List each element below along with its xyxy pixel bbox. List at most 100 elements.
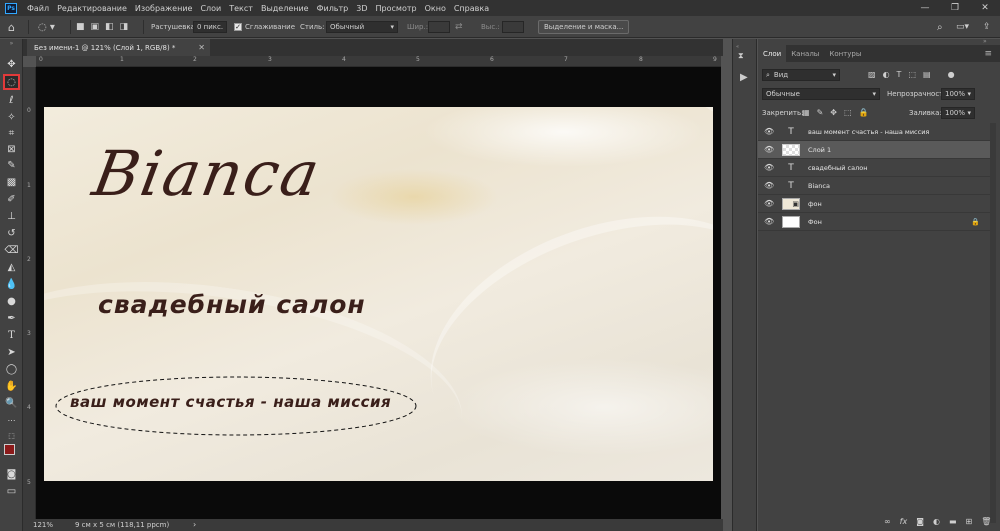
document-size[interactable]: 9 см x 5 см (118,11 ppcm) bbox=[75, 521, 169, 529]
screen-mode-icon[interactable]: ▭ bbox=[3, 483, 20, 499]
new-layer-icon[interactable]: ⊞ bbox=[966, 517, 973, 526]
layer-row[interactable]: 👁 T Bianca bbox=[758, 177, 990, 195]
fill-input[interactable]: 100% ▾ bbox=[941, 107, 975, 119]
intersect-selection-icon[interactable]: ◨ bbox=[120, 22, 129, 32]
collapse-icon[interactable]: » bbox=[3, 39, 20, 47]
menu-layers[interactable]: Слои bbox=[196, 4, 225, 13]
lasso-tool-icon[interactable]: ℓ bbox=[3, 92, 20, 108]
move-tool-icon[interactable]: ✥ bbox=[3, 56, 20, 72]
eye-icon[interactable]: 👁 bbox=[764, 217, 774, 226]
zoom-tool-icon[interactable]: 🔍 bbox=[3, 395, 20, 411]
close-icon[interactable]: ✕ bbox=[970, 0, 1000, 16]
link-layers-icon[interactable]: ∞ bbox=[884, 517, 891, 526]
panel-menu-icon[interactable]: ≡ bbox=[984, 45, 992, 62]
restore-icon[interactable]: ❐ bbox=[940, 0, 970, 16]
lock-transparency-icon[interactable]: ▦ bbox=[802, 108, 810, 117]
feather-input[interactable]: 0 пикс. bbox=[193, 21, 227, 33]
collapse-icon[interactable]: « bbox=[736, 44, 739, 50]
paint-bucket-tool-icon[interactable]: ◭ bbox=[3, 259, 20, 275]
subtract-selection-icon[interactable]: ◧ bbox=[105, 22, 114, 32]
add-mask-icon[interactable]: ◙ bbox=[916, 517, 924, 526]
height-input[interactable] bbox=[502, 21, 524, 33]
default-colors-icon[interactable]: ⬚ bbox=[3, 428, 20, 444]
menu-file[interactable]: Файл bbox=[23, 4, 53, 13]
blend-mode-select[interactable]: Обычные ▾ bbox=[762, 88, 880, 100]
eye-icon[interactable]: 👁 bbox=[764, 199, 774, 208]
layer-filter-select[interactable]: ⌕ Вид ▾ bbox=[762, 69, 840, 81]
lock-position-icon[interactable]: ✥ bbox=[830, 108, 837, 117]
pen-tool-icon[interactable]: ✒ bbox=[3, 310, 20, 326]
style-select[interactable]: Обычный ▾ bbox=[326, 21, 398, 33]
brush-tool-icon[interactable]: ✐ bbox=[3, 191, 20, 207]
clone-stamp-tool-icon[interactable]: ⊥ bbox=[3, 208, 20, 224]
more-tools-icon[interactable]: ⋯ bbox=[3, 412, 20, 428]
chevron-right-icon[interactable]: › bbox=[193, 520, 196, 529]
frame-tool-icon[interactable]: ⊠ bbox=[3, 141, 20, 157]
fx-icon[interactable]: fx bbox=[900, 517, 908, 526]
menu-3d[interactable]: 3D bbox=[352, 4, 371, 13]
lock-pixels-icon[interactable]: ✎ bbox=[817, 108, 824, 117]
close-tab-icon[interactable]: ✕ bbox=[198, 43, 205, 52]
eye-icon[interactable]: 👁 bbox=[764, 145, 774, 154]
menu-window[interactable]: Окно bbox=[421, 4, 450, 13]
crop-tool-icon[interactable]: ⌗ bbox=[3, 125, 20, 141]
menu-image[interactable]: Изображение bbox=[131, 4, 197, 13]
ellipse-marquee-preset-icon[interactable]: ◌ ▾ bbox=[38, 16, 55, 38]
new-group-icon[interactable]: ▬ bbox=[949, 517, 957, 526]
ellipse-marquee-tool-icon[interactable]: ◌ bbox=[3, 74, 20, 90]
tab-channels[interactable]: Каналы bbox=[786, 45, 824, 62]
healing-brush-tool-icon[interactable]: ▩ bbox=[3, 174, 20, 190]
eraser-tool-icon[interactable]: ⌫ bbox=[3, 242, 20, 258]
menu-filter[interactable]: Фильтр bbox=[313, 4, 353, 13]
search-icon[interactable]: ⌕ bbox=[937, 16, 943, 38]
quick-mask-icon[interactable]: ◙ bbox=[3, 466, 20, 482]
eyedropper-tool-icon[interactable]: ✎ bbox=[3, 157, 20, 173]
collapse-icon[interactable]: » bbox=[983, 38, 987, 45]
lock-artboard-icon[interactable]: ⬚ bbox=[844, 108, 852, 117]
ellipse-shape-tool-icon[interactable]: ◯ bbox=[3, 361, 20, 377]
minimize-icon[interactable]: — bbox=[910, 0, 940, 16]
zoom-level[interactable]: 121% bbox=[33, 521, 53, 529]
layer-row[interactable]: 👁 T ваш момент счастья - наша миссия bbox=[758, 123, 990, 141]
eye-icon[interactable]: 👁 bbox=[764, 127, 774, 136]
eye-icon[interactable]: 👁 bbox=[764, 181, 774, 190]
history-icon[interactable]: ⧗ bbox=[738, 51, 744, 61]
blur-tool-icon[interactable]: 💧 bbox=[3, 276, 20, 292]
layer-row[interactable]: 👁 T свадебный салон bbox=[758, 159, 990, 177]
filter-toggle-icon[interactable]: ● bbox=[948, 70, 955, 79]
filter-adjustment-icon[interactable]: ◐ bbox=[883, 70, 890, 79]
filter-type-icon[interactable]: T bbox=[897, 70, 902, 79]
menu-edit[interactable]: Редактирование bbox=[53, 4, 131, 13]
select-and-mask-button[interactable]: Выделение и маска... bbox=[538, 20, 630, 34]
menu-select[interactable]: Выделение bbox=[257, 4, 313, 13]
type-tool-icon[interactable]: T bbox=[3, 327, 20, 343]
opacity-input[interactable]: 100% ▾ bbox=[941, 88, 975, 100]
filter-pixel-icon[interactable]: ▨ bbox=[868, 70, 876, 79]
magic-wand-tool-icon[interactable]: ✧ bbox=[3, 109, 20, 125]
new-selection-icon[interactable]: ■ bbox=[76, 22, 85, 32]
filter-shape-icon[interactable]: ⬚ bbox=[908, 70, 916, 79]
dodge-tool-icon[interactable]: ● bbox=[3, 293, 20, 309]
filter-smart-icon[interactable]: ▤ bbox=[923, 70, 931, 79]
antialias-checkbox[interactable]: ✓ Сглаживание bbox=[234, 16, 295, 38]
menu-type[interactable]: Текст bbox=[225, 4, 257, 13]
hand-tool-icon[interactable]: ✋ bbox=[3, 378, 20, 394]
add-selection-icon[interactable]: ▣ bbox=[91, 22, 100, 32]
width-input[interactable] bbox=[428, 21, 450, 33]
tab-layers[interactable]: Слои bbox=[758, 45, 787, 62]
path-selection-tool-icon[interactable]: ➤ bbox=[3, 344, 20, 360]
menu-help[interactable]: Справка bbox=[450, 4, 493, 13]
history-brush-tool-icon[interactable]: ↺ bbox=[3, 225, 20, 241]
trash-icon[interactable]: 🗑 bbox=[981, 517, 991, 526]
layer-row[interactable]: 👁 ▣ фон bbox=[758, 195, 990, 213]
scrollbar[interactable] bbox=[990, 123, 996, 523]
eye-icon[interactable]: 👁 bbox=[764, 163, 774, 172]
workspace-icon[interactable]: ▭▾ bbox=[956, 16, 969, 38]
swap-icon[interactable]: ⇄ bbox=[455, 16, 463, 38]
share-icon[interactable]: ⇪ bbox=[983, 16, 991, 38]
layer-row-selected[interactable]: 👁 Слой 1 bbox=[758, 141, 990, 159]
tab-paths[interactable]: Контуры bbox=[824, 45, 866, 62]
adjustment-layer-icon[interactable]: ◐ bbox=[933, 517, 940, 526]
home-icon[interactable]: ⌂ bbox=[8, 16, 15, 38]
document-tab[interactable]: Без имени-1 @ 121% (Слой 1, RGB/8) * ✕ bbox=[27, 39, 210, 56]
